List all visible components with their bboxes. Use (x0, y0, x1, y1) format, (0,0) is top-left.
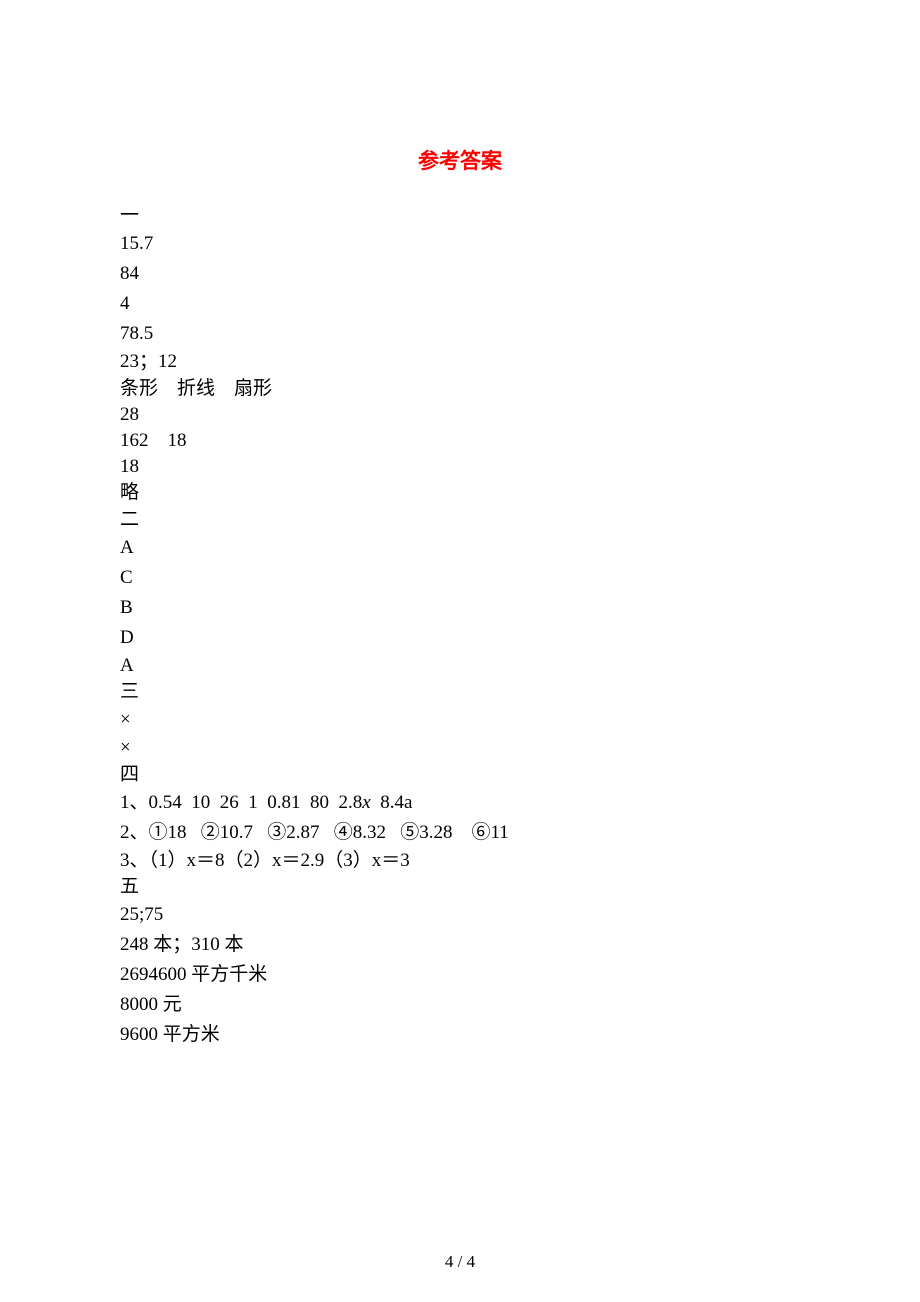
answer-line: A (120, 533, 800, 563)
section-five-heading: 五 (120, 874, 800, 900)
answer-line: 8000 元 (120, 990, 800, 1020)
answer-line: × (120, 705, 800, 735)
answer-line: 25;75 (120, 900, 800, 930)
answer-line: 略 (120, 480, 800, 506)
answer-line: × (120, 735, 800, 761)
answer-line: 2694600 平方千米 (120, 960, 800, 990)
section-four-heading: 四 (120, 762, 800, 788)
answer-line: 2、①18 ②10.7 ③2.87 ④8.32 ⑤3.28 ⑥11 (120, 818, 800, 848)
answer-line: 条形 折线 扇形 (120, 376, 800, 402)
answer-line: 162 18 (120, 428, 800, 454)
section-two-heading: 二 (120, 507, 800, 533)
answer-line: 9600 平方米 (120, 1020, 800, 1050)
answer-line: A (120, 653, 800, 679)
answer-line: 1、0.54 10 26 1 0.81 80 2.8x 8.4a (120, 788, 800, 818)
page-title: 参考答案 (120, 145, 800, 175)
answer-line: 23；12 (120, 349, 800, 375)
answer-line: 3、（1）x＝8（2）x＝2.9（3）x＝3 (120, 848, 800, 874)
answer-line: 18 (120, 454, 800, 480)
page-number: 4 / 4 (0, 1252, 920, 1272)
answer-line: 78.5 (120, 319, 800, 349)
section-one-heading: 一 (120, 203, 800, 229)
answer-line: 84 (120, 259, 800, 289)
variable-x: x (362, 792, 370, 813)
answer-line: B (120, 593, 800, 623)
answer-line: 248 本；310 本 (120, 930, 800, 960)
answer-line: C (120, 563, 800, 593)
answer-line: 15.7 (120, 229, 800, 259)
document-page: 参考答案 一 15.7 84 4 78.5 23；12 条形 折线 扇形 28 … (0, 0, 920, 1302)
answer-line: 4 (120, 289, 800, 319)
answer-line: 28 (120, 402, 800, 428)
section-three-heading: 三 (120, 679, 800, 705)
answer-line: D (120, 623, 800, 653)
